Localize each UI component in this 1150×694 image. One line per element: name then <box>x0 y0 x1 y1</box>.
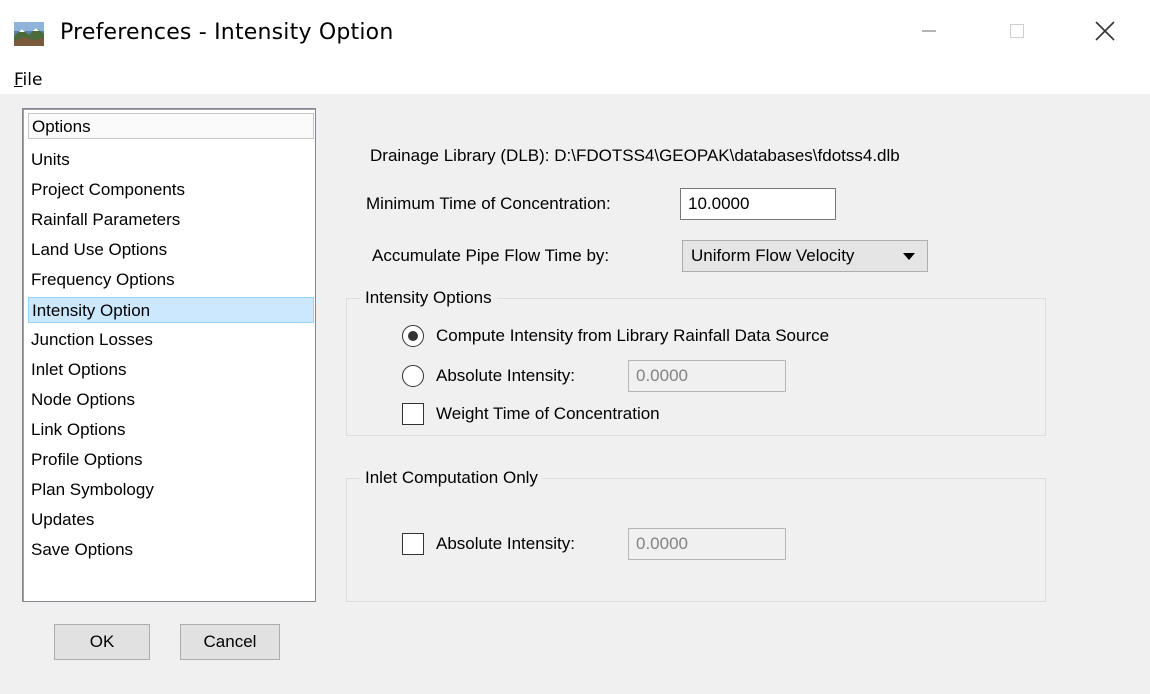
inlet-absolute-intensity-label[interactable]: Absolute Intensity: <box>436 534 575 554</box>
options-list-header[interactable]: Options <box>28 113 314 139</box>
compute-intensity-radio[interactable] <box>402 325 424 347</box>
list-item-updates[interactable]: Updates <box>28 507 314 533</box>
maximize-button[interactable] <box>994 14 1040 52</box>
window-title: Preferences - Intensity Option <box>60 20 394 45</box>
list-item-land-use-options[interactable]: Land Use Options <box>28 237 314 263</box>
inlet-computation-legend: Inlet Computation Only <box>360 468 543 488</box>
chevron-down-icon <box>903 253 915 260</box>
accumulate-select-value: Uniform Flow Velocity <box>691 246 855 265</box>
list-item-node-options[interactable]: Node Options <box>28 387 314 413</box>
accumulate-label: Accumulate Pipe Flow Time by: <box>372 246 610 265</box>
list-item-profile-options[interactable]: Profile Options <box>28 447 314 473</box>
maximize-icon <box>1010 23 1024 43</box>
absolute-intensity-radio[interactable] <box>402 365 424 387</box>
list-item-plan-symbology[interactable]: Plan Symbology <box>28 477 314 503</box>
list-item-project-components[interactable]: Project Components <box>28 177 314 203</box>
list-item-link-options[interactable]: Link Options <box>28 417 314 443</box>
menu-bar: File <box>0 64 1150 94</box>
ok-button[interactable]: OK <box>54 624 150 660</box>
absolute-intensity-label[interactable]: Absolute Intensity: <box>436 366 575 386</box>
cancel-button[interactable]: Cancel <box>180 624 280 660</box>
list-item-intensity-option[interactable]: Intensity Option <box>28 297 314 323</box>
options-list[interactable]: Options Units Project Components Rainfal… <box>22 108 316 602</box>
list-item-units[interactable]: Units <box>28 147 314 173</box>
list-item-rainfall-parameters[interactable]: Rainfall Parameters <box>28 207 314 233</box>
absolute-intensity-input: 0.0000 <box>628 360 786 392</box>
close-button[interactable] <box>1082 14 1128 52</box>
intensity-options-legend: Intensity Options <box>360 288 497 308</box>
menu-file[interactable]: File <box>14 70 42 90</box>
app-icon <box>14 22 44 46</box>
inlet-absolute-intensity-checkbox[interactable] <box>402 533 424 555</box>
drainage-library-label: Drainage Library (DLB): D:\FDOTSS4\GEOPA… <box>370 146 900 165</box>
close-icon <box>1095 20 1115 46</box>
list-item-inlet-options[interactable]: Inlet Options <box>28 357 314 383</box>
inlet-absolute-intensity-input: 0.0000 <box>628 528 786 560</box>
title-bar: Preferences - Intensity Option <box>0 0 1150 64</box>
menu-file-label: ile <box>22 70 43 90</box>
min-toc-input[interactable]: 10.0000 <box>680 188 836 220</box>
list-item-frequency-options[interactable]: Frequency Options <box>28 267 314 293</box>
minimize-icon <box>922 23 936 43</box>
list-item-junction-losses[interactable]: Junction Losses <box>28 327 314 353</box>
weight-toc-label[interactable]: Weight Time of Concentration <box>436 404 660 424</box>
list-item-save-options[interactable]: Save Options <box>28 537 314 563</box>
compute-intensity-label[interactable]: Compute Intensity from Library Rainfall … <box>436 326 829 346</box>
menu-file-mnemonic: F <box>14 70 23 90</box>
accumulate-select[interactable]: Uniform Flow Velocity <box>682 240 928 272</box>
minimize-button[interactable] <box>906 14 952 52</box>
weight-toc-checkbox[interactable] <box>402 403 424 425</box>
min-toc-label: Minimum Time of Concentration: <box>366 194 611 213</box>
